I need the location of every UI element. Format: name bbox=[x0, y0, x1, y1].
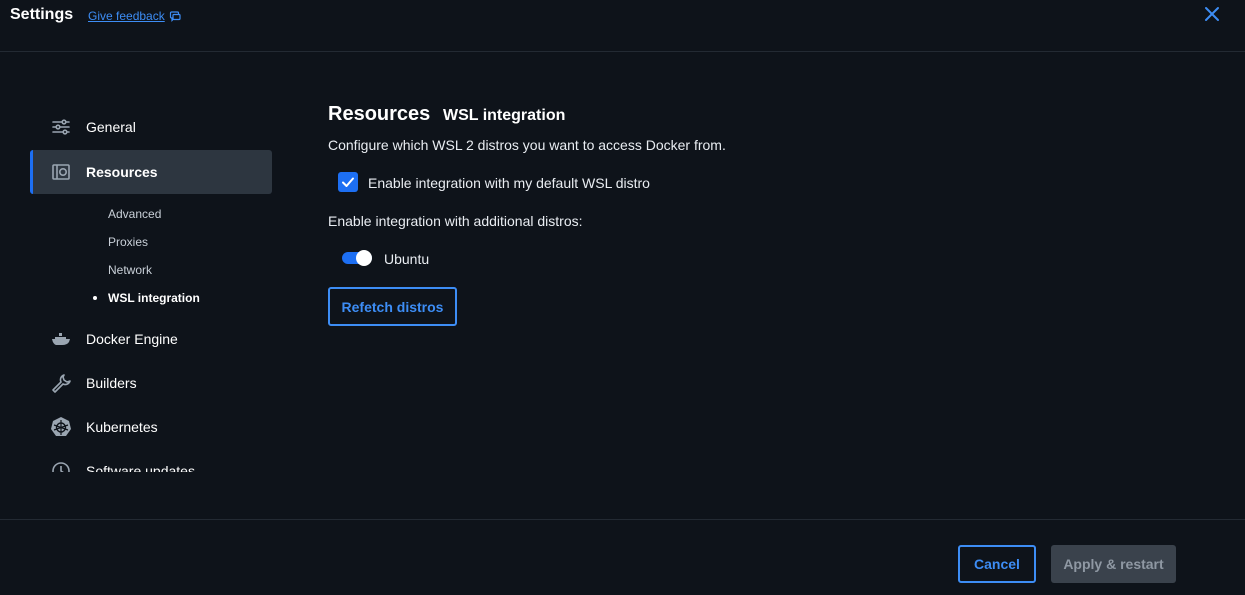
give-feedback-label: Give feedback bbox=[88, 9, 165, 23]
sidebar-item-software-updates[interactable]: Software updates bbox=[30, 449, 272, 472]
ubuntu-toggle[interactable] bbox=[342, 250, 372, 266]
page-title: Settings bbox=[10, 6, 74, 23]
close-button[interactable] bbox=[1202, 4, 1222, 24]
sidebar-item-label: Docker Engine bbox=[86, 331, 178, 347]
close-icon bbox=[1205, 7, 1219, 21]
sidebar-item-general[interactable]: General bbox=[30, 105, 272, 149]
whale-icon bbox=[50, 328, 72, 350]
wrench-icon bbox=[50, 372, 72, 394]
sliders-icon bbox=[50, 116, 72, 138]
sidebar-item-kubernetes[interactable]: Kubernetes bbox=[30, 405, 272, 449]
sidebar-subitem-network[interactable]: Network bbox=[108, 263, 152, 277]
cancel-button[interactable]: Cancel bbox=[958, 545, 1036, 583]
settings-footer: Cancel Apply & restart bbox=[0, 519, 1245, 595]
resources-icon bbox=[50, 161, 72, 183]
sidebar-item-resources[interactable]: Resources bbox=[30, 150, 272, 194]
clock-icon bbox=[50, 460, 72, 472]
toggle-knob bbox=[356, 250, 372, 266]
sidebar-item-label: Software updates bbox=[86, 463, 195, 472]
sidebar-item-label: Resources bbox=[86, 164, 158, 180]
section-description: Configure which WSL 2 distros you want t… bbox=[328, 137, 726, 153]
default-distro-checkbox[interactable] bbox=[338, 172, 358, 192]
section-subtitle: WSL integration bbox=[443, 107, 566, 124]
ubuntu-label: Ubuntu bbox=[384, 251, 430, 267]
sidebar-item-builders[interactable]: Builders bbox=[30, 361, 272, 405]
sidebar-item-label: Builders bbox=[86, 375, 137, 391]
refetch-distros-button[interactable]: Refetch distros bbox=[328, 287, 457, 326]
default-distro-label: Enable integration with my default WSL d… bbox=[368, 175, 650, 191]
sidebar-subitem-proxies[interactable]: Proxies bbox=[108, 235, 148, 249]
sidebar-item-docker-engine[interactable]: Docker Engine bbox=[30, 317, 272, 361]
give-feedback-link[interactable]: Give feedback bbox=[88, 9, 181, 23]
settings-sidebar: General Resources Advanced Proxies Netwo… bbox=[30, 105, 272, 472]
checkmark-icon bbox=[342, 177, 354, 187]
kubernetes-icon bbox=[50, 416, 72, 438]
sidebar-item-label: General bbox=[86, 119, 136, 135]
sidebar-subitem-wsl-integration[interactable]: WSL integration bbox=[108, 291, 200, 305]
sidebar-subitem-advanced[interactable]: Advanced bbox=[108, 207, 161, 221]
section-title: Resources bbox=[328, 103, 431, 125]
additional-distros-label: Enable integration with additional distr… bbox=[328, 213, 583, 229]
current-indicator-dot bbox=[93, 296, 97, 300]
apply-restart-button[interactable]: Apply & restart bbox=[1051, 545, 1176, 583]
sidebar-item-label: Kubernetes bbox=[86, 419, 158, 435]
settings-header: Settings Give feedback bbox=[0, 0, 1245, 52]
feedback-icon bbox=[169, 11, 181, 22]
